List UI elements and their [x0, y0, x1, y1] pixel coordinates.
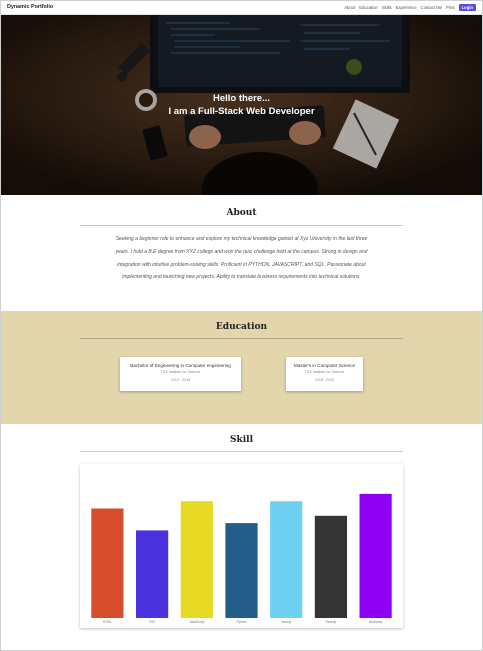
- education-school: TSS Institute for Science: [160, 370, 201, 374]
- education-years: 2014 - 2018: [170, 378, 191, 382]
- education-school: TSS Institute for Science: [304, 370, 345, 374]
- x-tick-label: HTML: [103, 620, 112, 624]
- nav-link-education[interactable]: Education: [359, 5, 378, 10]
- bar-reactjs[interactable]: [314, 515, 347, 618]
- nav-link-contact[interactable]: Contact Me: [421, 5, 442, 10]
- skill-chart-card: HTML CSS JavaScript Python Nodejs Reactjs Boot…: [80, 464, 403, 628]
- nav-link-skills[interactable]: Skills: [382, 5, 392, 10]
- x-tick-label: Nodejs: [281, 620, 291, 624]
- bar-css[interactable]: [136, 530, 169, 618]
- x-tick-label: Bootstrap: [369, 620, 383, 624]
- education-years: 2018 - 2020: [314, 378, 335, 382]
- about-text: Seeking a beginner role to enhance and e…: [115, 236, 368, 281]
- nav-link-experience[interactable]: Experience: [396, 5, 417, 10]
- about-divider: [80, 225, 403, 226]
- brand-logo[interactable]: Dynamic Portfolio: [7, 4, 344, 10]
- x-tick-label: Reactjs: [326, 620, 337, 624]
- education-divider: [80, 338, 403, 339]
- education-card-bachelor: Bachelor of Engineering in Computer engi…: [120, 357, 241, 391]
- nav-link-about[interactable]: About: [344, 5, 355, 10]
- bar-python[interactable]: [225, 523, 258, 618]
- x-tick-label: CSS: [149, 620, 156, 624]
- nav-links: About Education Skills Experience Contac…: [344, 3, 476, 11]
- hero-text: Hello there... I am a Full-Stack Web Dev…: [0, 92, 483, 118]
- education-title: Education: [215, 322, 268, 332]
- skill-section: Skill HTML CSS JavaScript Python Nodejs React…: [0, 424, 483, 651]
- skill-divider: [80, 451, 403, 452]
- hero-greeting: Hello there...: [212, 93, 270, 104]
- x-tick-label: Python: [237, 620, 247, 624]
- bar-html[interactable]: [91, 508, 124, 619]
- about-title: About: [226, 208, 257, 218]
- bar-bootstrap[interactable]: [359, 493, 392, 618]
- skill-title: Skill: [230, 435, 253, 445]
- hero-banner: Hello there... I am a Full-Stack Web Dev…: [0, 15, 483, 195]
- about-section: About Seeking a beginner role to enhance…: [0, 195, 483, 311]
- education-card-master: Master's in Computer Science TSS Institu…: [286, 357, 363, 391]
- x-tick-label: JavaScript: [189, 620, 204, 624]
- hero-role: I am a Full-Stack Web Developer: [168, 106, 315, 117]
- education-section: Education Bachelor of Engineering in Com…: [0, 311, 483, 424]
- login-button[interactable]: Login: [458, 3, 476, 11]
- navbar: Dynamic Portfolio About Education Skills…: [0, 0, 483, 15]
- nav-link-print[interactable]: Print: [446, 5, 455, 10]
- bar-nodejs[interactable]: [270, 501, 303, 618]
- bar-javascript[interactable]: [180, 501, 213, 618]
- skill-bar-chart: HTML CSS JavaScript Python Nodejs Reactjs Boot…: [91, 493, 392, 624]
